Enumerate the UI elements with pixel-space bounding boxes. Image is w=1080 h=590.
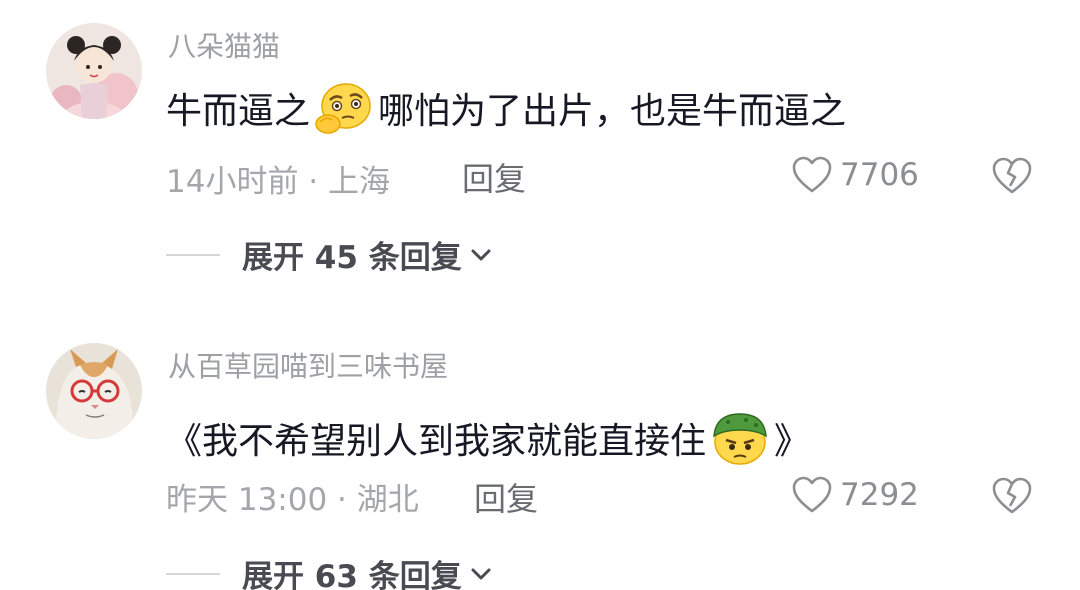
expand-replies-button[interactable]: 展开 63 条回复 <box>166 551 492 590</box>
dislike-button[interactable] <box>990 476 1034 520</box>
broken-heart-icon <box>992 477 1032 514</box>
username[interactable]: 八朵猫猫 <box>168 25 280 65</box>
expand-replies-button[interactable]: 展开 45 条回复 <box>166 232 492 277</box>
comment-text-part: 》 <box>774 421 811 462</box>
dislike-button[interactable] <box>990 156 1034 200</box>
chevron-down-icon <box>471 568 491 579</box>
expand-replies-label: 展开 45 条回复 <box>242 240 462 276</box>
like-count: 7706 <box>840 157 919 193</box>
reply-button[interactable]: 回复 <box>462 154 526 200</box>
broken-heart-icon <box>992 157 1032 194</box>
avatar[interactable] <box>46 343 142 439</box>
like-button[interactable]: 7706 <box>790 155 919 195</box>
comment-text: 《我不希望别人到我家就能直接住 》 <box>166 410 810 466</box>
comment-meta: 14小时前 · 上海 <box>166 164 391 200</box>
divider-line <box>166 572 220 575</box>
username[interactable]: 从百草园喵到三味书屋 <box>168 345 448 385</box>
comment-meta: 昨天 13:00 · 湖北 <box>166 482 419 518</box>
like-count: 7292 <box>840 477 919 513</box>
thinking-face-emoji-icon <box>312 80 376 136</box>
comment-list: 八朵猫猫 牛而逼之 哪怕为了出片，也是牛而逼之 14小时前 · 上海 回复 77… <box>0 0 1080 590</box>
comment-text: 牛而逼之 哪怕为了出片，也是牛而逼之 <box>166 80 846 136</box>
heart-icon <box>792 476 832 513</box>
heart-icon <box>792 156 832 193</box>
avatar[interactable] <box>46 23 142 119</box>
divider-line <box>166 253 220 256</box>
comment-text-part: 哪怕为了出片，也是牛而逼之 <box>378 91 847 132</box>
soldier-helmet-emoji-icon <box>708 410 772 466</box>
like-button[interactable]: 7292 <box>790 475 919 515</box>
comment-text-part: 《我不希望别人到我家就能直接住 <box>166 421 707 462</box>
reply-button[interactable]: 回复 <box>474 474 538 520</box>
chevron-down-icon <box>471 249 491 260</box>
comment-text-part: 牛而逼之 <box>166 91 311 132</box>
expand-replies-label: 展开 63 条回复 <box>242 559 462 590</box>
